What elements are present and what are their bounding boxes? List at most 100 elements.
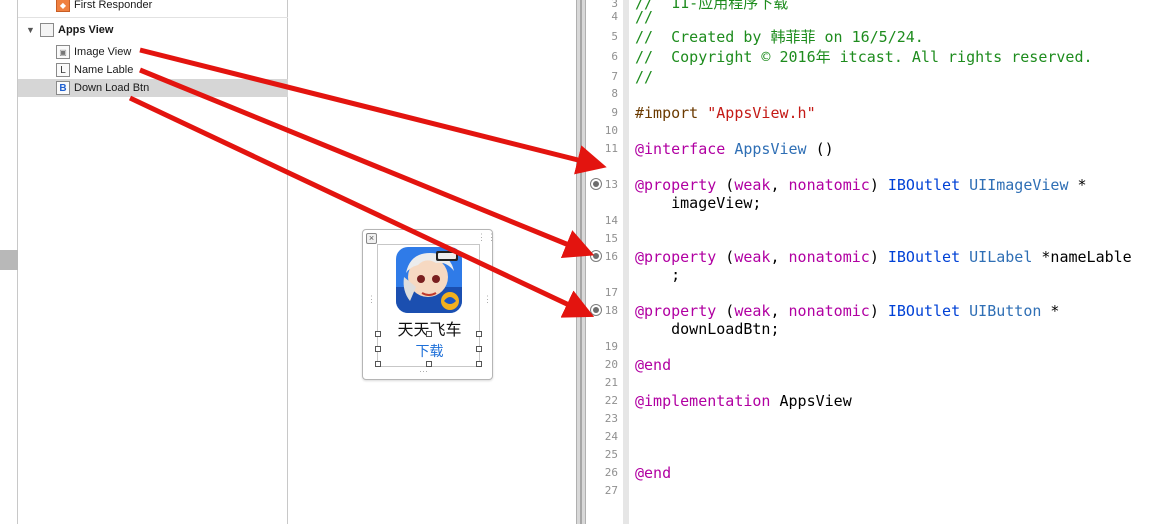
resize-dots-icon: ⋮ — [367, 294, 377, 304]
outline-item-label: First Responder — [74, 0, 153, 11]
code-text: ) — [869, 176, 888, 194]
keyword: nonatomic — [788, 302, 870, 320]
gutter-marker — [0, 250, 18, 270]
apps-view-scene[interactable]: × ⋮⋮ ⋮ ⋮ ⋯ 下载 — [362, 229, 496, 380]
keyword: @property — [635, 176, 717, 194]
line-number: 23 — [604, 412, 618, 425]
code-line-26[interactable]: @end — [635, 464, 671, 482]
code-line-3[interactable]: // 11-应用程序下载 — [635, 0, 788, 12]
line-number: 4 — [611, 10, 618, 23]
code-text: *nameLable — [1032, 248, 1132, 266]
resize-handle[interactable] — [476, 361, 482, 367]
button-icon: B — [56, 81, 70, 95]
line-number: 26 — [604, 466, 618, 479]
code-line-9[interactable]: #import "AppsView.h" — [635, 104, 816, 122]
line-number-gutter: 3 4 5 6 7 8 9 10 11 13 14 15 16 17 18 19… — [587, 0, 622, 524]
document-outline: ◆ First Responder ▼ Apps View ▣ Image Vi… — [18, 0, 288, 524]
code-text: ) — [869, 302, 888, 320]
code-text: ( — [716, 176, 735, 194]
resize-handle[interactable] — [426, 331, 432, 337]
image-view-icon: ▣ — [56, 45, 70, 59]
line-number: 10 — [604, 124, 618, 137]
code-line-20[interactable]: @end — [635, 356, 671, 374]
keyword: weak — [734, 302, 771, 320]
resize-handle[interactable] — [375, 361, 381, 367]
code-text: ) — [869, 248, 888, 266]
app-icon-image — [396, 247, 462, 313]
app-image-view[interactable] — [396, 247, 462, 313]
code-text: * — [1068, 176, 1087, 194]
line-number: 5 — [611, 30, 618, 43]
code-line-22[interactable]: @implementation AppsView — [635, 392, 852, 410]
code-line-13-wrap[interactable]: imageView; — [635, 194, 761, 212]
code-text: , — [770, 248, 789, 266]
outline-item-name-lable[interactable]: L Name Lable — [18, 61, 288, 79]
code-line-11[interactable]: @interface AppsView () — [635, 140, 834, 158]
code-line-7[interactable]: // — [635, 68, 653, 86]
line-number: 9 — [611, 106, 618, 119]
resize-handle[interactable] — [375, 331, 381, 337]
resize-handle[interactable] — [476, 331, 482, 337]
class-name: UILabel — [960, 248, 1033, 266]
code-line-5[interactable]: // Created by 韩菲菲 on 16/5/24. — [635, 28, 924, 46]
line-number: 21 — [604, 376, 618, 389]
code-text: , — [770, 302, 789, 320]
interface-builder-canvas[interactable]: × ⋮⋮ ⋮ ⋮ ⋯ 下载 — [289, 0, 576, 524]
resize-handle[interactable] — [375, 346, 381, 352]
line-number: 7 — [611, 70, 618, 83]
line-number: 22 — [604, 394, 618, 407]
line-number: 17 — [604, 286, 618, 299]
keyword: weak — [734, 176, 771, 194]
code-editor[interactable]: 3 4 5 6 7 8 9 10 11 13 14 15 16 17 18 19… — [587, 0, 1154, 524]
line-number: 16 — [604, 250, 618, 263]
disclosure-triangle-icon[interactable]: ▼ — [26, 21, 35, 39]
outline-item-down-load-btn[interactable]: B Down Load Btn — [18, 79, 288, 97]
code-line-16[interactable]: @property (weak, nonatomic) IBOutlet UIL… — [635, 248, 1132, 266]
keyword: @property — [635, 302, 717, 320]
line-number: 15 — [604, 232, 618, 245]
line-number: 13 — [604, 178, 618, 191]
outline-item-label: Image View — [74, 46, 132, 58]
code-text: , — [770, 176, 789, 194]
code-line-18-wrap[interactable]: downLoadBtn; — [635, 320, 779, 338]
resize-dots-icon: ⋮⋮ — [477, 232, 497, 242]
outline-item-label: Down Load Btn — [74, 82, 150, 94]
label-icon: L — [56, 63, 70, 77]
outline-item-first-responder[interactable]: ◆ First Responder — [18, 0, 288, 14]
class-name: UIImageView — [960, 176, 1069, 194]
code-text: ( — [716, 248, 735, 266]
keyword: @implementation — [635, 392, 771, 410]
code-line-13[interactable]: @property (weak, nonatomic) IBOutlet UII… — [635, 176, 1087, 194]
outline-item-image-view[interactable]: ▣ Image View — [18, 43, 288, 61]
view-icon — [40, 23, 54, 37]
close-icon[interactable]: × — [366, 233, 377, 244]
editor-splitter[interactable] — [576, 0, 586, 524]
class-name: AppsView — [725, 140, 807, 158]
resize-dots-icon: ⋯ — [419, 366, 429, 376]
line-number: 18 — [604, 304, 618, 317]
resize-handle[interactable] — [426, 361, 432, 367]
line-number: 20 — [604, 358, 618, 371]
keyword: IBOutlet — [887, 248, 961, 266]
change-indicator-bar — [623, 0, 629, 524]
line-number: 6 — [611, 50, 618, 63]
code-line-18[interactable]: @property (weak, nonatomic) IBOutlet UIB… — [635, 302, 1059, 320]
keyword: nonatomic — [788, 248, 870, 266]
keyword: nonatomic — [788, 176, 870, 194]
splitter-line — [580, 0, 582, 524]
container-view[interactable]: 天天飞车 下载 — [375, 244, 482, 367]
keyword: @interface — [635, 140, 726, 158]
outline-divider — [18, 17, 288, 18]
code-line-6[interactable]: // Copyright © 2016年 itcast. All rights … — [635, 48, 1093, 66]
download-button[interactable]: 下载 — [378, 341, 481, 361]
keyword: IBOutlet — [887, 176, 961, 194]
class-name: UIButton — [960, 302, 1042, 320]
resize-handle[interactable] — [476, 346, 482, 352]
code-line-16-wrap[interactable]: ; — [635, 266, 680, 284]
code-text: () — [806, 140, 834, 158]
line-number: 14 — [604, 214, 618, 227]
code-line-4[interactable]: // — [635, 8, 653, 26]
first-responder-icon: ◆ — [56, 0, 70, 12]
line-number: 25 — [604, 448, 618, 461]
outline-item-apps-view[interactable]: ▼ Apps View — [18, 21, 288, 39]
